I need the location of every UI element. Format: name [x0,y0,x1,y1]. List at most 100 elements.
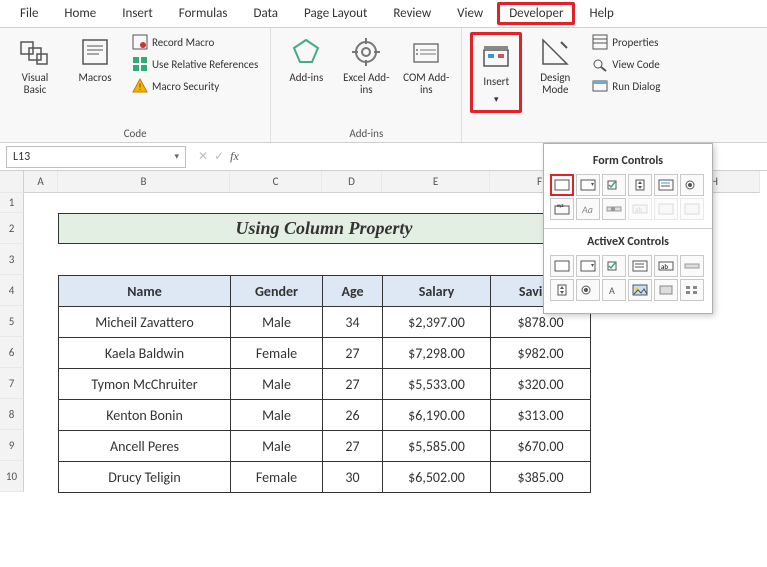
macro-security-button[interactable]: ! Macro Security [128,76,262,96]
insert-control-button[interactable]: Insert ▾ [474,36,518,109]
tab-data[interactable]: Data [241,2,290,25]
col-header[interactable]: C [230,171,322,193]
cell-gender[interactable]: Male [231,369,323,400]
menu-tabs: File Home Insert Formulas Data Page Layo… [0,0,767,28]
col-header[interactable]: E [382,171,490,193]
view-code-button[interactable]: View Code [588,54,664,74]
cell-savings[interactable]: $670.00 [491,431,591,462]
addins-button[interactable]: Add-ins [279,32,333,88]
form-groupbox-control[interactable]: xyz [550,198,574,220]
header-gender[interactable]: Gender [231,276,323,307]
com-addins-button[interactable]: COM Add-ins [399,32,453,100]
form-spinner-control[interactable] [628,174,652,196]
form-scrollbar-control[interactable] [602,198,626,220]
tab-help[interactable]: Help [577,2,625,25]
header-name[interactable]: Name [59,276,231,307]
record-macro-button[interactable]: Record Macro [128,32,262,52]
cell-savings[interactable]: $385.00 [491,462,591,493]
row-header[interactable]: 6 [0,337,24,368]
header-salary[interactable]: Salary [383,276,491,307]
cell-gender[interactable]: Female [231,462,323,493]
cell-salary[interactable]: $5,533.00 [383,369,491,400]
row-header[interactable]: 10 [0,461,24,492]
cell-savings[interactable]: $320.00 [491,369,591,400]
ax-listbox-control[interactable] [628,255,652,277]
design-mode-button[interactable]: Design Mode [528,32,582,100]
ax-textbox-control[interactable]: ab [654,255,678,277]
tab-page-layout[interactable]: Page Layout [292,2,379,25]
ax-label-control[interactable]: A [602,279,626,301]
sheet-title-cell[interactable]: Using Column Property [58,213,590,244]
cell-age[interactable]: 34 [323,307,383,338]
cell-name[interactable]: Tymon McChruiter [59,369,231,400]
ax-toggle-control[interactable] [654,279,678,301]
form-button-control[interactable] [550,174,574,196]
accept-formula-icon[interactable]: ✓ [214,149,224,164]
cell-gender[interactable]: Male [231,431,323,462]
row-header[interactable]: 7 [0,368,24,399]
cell-name[interactable]: Kaela Baldwin [59,338,231,369]
cell-age[interactable]: 27 [323,431,383,462]
cell-gender[interactable]: Female [231,338,323,369]
col-header[interactable]: D [322,171,382,193]
cancel-formula-icon[interactable]: ✕ [198,149,208,164]
cell-age[interactable]: 30 [323,462,383,493]
cell-name[interactable]: Kenton Bonin [59,400,231,431]
select-all-corner[interactable] [0,171,24,193]
cell-name[interactable]: Micheil Zavattero [59,307,231,338]
col-header[interactable]: A [24,171,58,193]
fx-icon[interactable]: fx [230,149,239,164]
form-checkbox-control[interactable] [602,174,626,196]
row-header[interactable]: 4 [0,275,24,306]
chevron-down-icon[interactable]: ▾ [174,151,179,162]
cell-gender[interactable]: Male [231,400,323,431]
row-header[interactable]: 1 [0,193,24,213]
header-age[interactable]: Age [323,276,383,307]
row-header[interactable]: 2 [0,213,24,244]
cell-age[interactable]: 26 [323,400,383,431]
ax-combo-control[interactable] [576,255,600,277]
cell-age[interactable]: 27 [323,338,383,369]
row-header[interactable]: 9 [0,430,24,461]
row-header[interactable]: 5 [0,306,24,337]
name-box[interactable]: L13 ▾ [6,146,186,168]
form-option-control[interactable] [680,174,704,196]
tab-review[interactable]: Review [381,2,443,25]
cell-name[interactable]: Ancell Peres [59,431,231,462]
cell-savings[interactable]: $313.00 [491,400,591,431]
cell-name[interactable]: Drucy Teligin [59,462,231,493]
form-label-control[interactable]: Aa [576,198,600,220]
tab-file[interactable]: File [8,2,50,25]
form-combo-control[interactable] [576,174,600,196]
ax-button-control[interactable] [550,255,574,277]
form-listbox-control[interactable] [654,174,678,196]
ax-spin-control[interactable] [550,279,574,301]
col-header[interactable]: B [58,171,230,193]
visual-basic-button[interactable]: Visual Basic [8,32,62,100]
row-header[interactable]: 3 [0,244,24,275]
tab-formulas[interactable]: Formulas [167,2,240,25]
cell-salary[interactable]: $7,298.00 [383,338,491,369]
tab-developer[interactable]: Developer [497,2,575,25]
ax-scrollbar-control[interactable] [680,255,704,277]
excel-addins-button[interactable]: Excel Add-ins [339,32,393,100]
cell-gender[interactable]: Male [231,307,323,338]
properties-button[interactable]: Properties [588,32,664,52]
cell-savings[interactable]: $982.00 [491,338,591,369]
ax-more-controls[interactable] [680,279,704,301]
macros-button[interactable]: Macros [68,32,122,88]
tab-home[interactable]: Home [52,2,108,25]
cell-age[interactable]: 27 [323,369,383,400]
tab-insert[interactable]: Insert [110,2,165,25]
run-dialog-button[interactable]: Run Dialog [588,76,664,96]
cell-salary[interactable]: $5,585.00 [383,431,491,462]
tab-view[interactable]: View [445,2,495,25]
cell-salary[interactable]: $2,397.00 [383,307,491,338]
ax-checkbox-control[interactable] [602,255,626,277]
ax-option-control[interactable] [576,279,600,301]
cell-salary[interactable]: $6,502.00 [383,462,491,493]
row-header[interactable]: 8 [0,399,24,430]
ax-image-control[interactable] [628,279,652,301]
cell-salary[interactable]: $6,190.00 [383,400,491,431]
use-relative-button[interactable]: Use Relative References [128,54,262,74]
